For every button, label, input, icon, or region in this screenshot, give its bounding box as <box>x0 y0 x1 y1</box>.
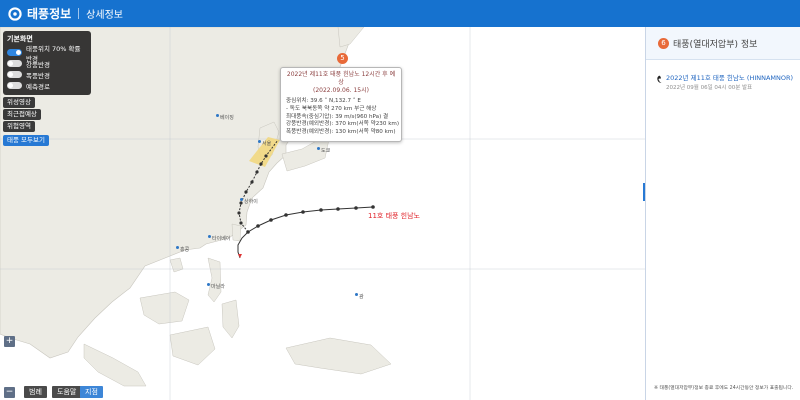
storm-issue-date: 2022년 09월 06일 04시 00분 발표 <box>666 85 753 91</box>
forecast-info-popup: 2022년 제11호 태풍 힌남노 12시간 후 예상 (2022.09.06.… <box>280 67 402 142</box>
place-label[interactable]: 상하이 <box>240 198 258 205</box>
show-all-typhoons-button[interactable]: 태풍 모두보기 <box>3 135 49 146</box>
legend-button[interactable]: 범례 <box>24 386 47 398</box>
panel-header: 6 태풍(열대저압부) 정보 <box>646 27 800 60</box>
toggle-switch[interactable] <box>7 71 22 78</box>
popup-title: 2022년 제11호 태풍 힌남노 12시간 후 예상 <box>286 71 396 86</box>
place-label[interactable]: 홍콩 <box>175 246 189 253</box>
app-header: 태풍정보 상세정보 <box>0 0 800 27</box>
popup-center-position: 중심위치: 39.6 ˚ N,132.7 ˚ E <box>286 98 361 104</box>
layer-toggle-forecast-track[interactable]: 예측경로 <box>7 80 87 91</box>
typhoon-track-label[interactable]: 11호 태풍 힌남노 <box>368 211 420 221</box>
typhoon-info-panel: 6 태풍(열대저압부) 정보 2022년 제11호 태풍 힌남노 (HINNAM… <box>645 27 800 400</box>
place-label[interactable]: 마닐라 <box>207 283 225 290</box>
layer-label: 예측경로 <box>26 82 50 91</box>
storm-list-item[interactable]: 2022년 제11호 태풍 힌남노 (HINNAMNOR) 2022년 09월 … <box>646 60 800 92</box>
zoom-in-button[interactable]: + <box>4 336 15 347</box>
toggle-switch[interactable] <box>7 82 22 89</box>
toggle-switch[interactable] <box>7 49 22 56</box>
panel-footnote: ※ 태풍(열대저압부)정보 종료 후에도 24시간동안 정보가 표출됩니다. <box>654 386 794 391</box>
layer-toggle-storm-radius[interactable]: 폭풍반경 <box>7 69 87 80</box>
layer-toggle-prob-radius[interactable]: 태풍위치 70% 확률 반경 <box>7 45 87 63</box>
popup-date: (2022.09.06. 15시) <box>312 87 369 94</box>
layer-label: 폭풍반경 <box>26 71 50 80</box>
typhoon-logo-icon <box>8 6 22 21</box>
place-label[interactable]: 도쿄 <box>316 147 330 154</box>
points-button[interactable]: 지점 <box>80 386 103 398</box>
storm-name-link[interactable]: 2022년 제11호 태풍 힌남노 (HINNAMNOR) <box>666 74 793 83</box>
danger-zone-button[interactable]: 위험영역 <box>3 121 35 132</box>
popup-storm-radius: 폭풍반경(예외반경): 130 km(서쪽 약80 km) <box>286 129 396 136</box>
zoom-out-button[interactable]: − <box>4 387 15 398</box>
panel-title: 태풍(열대저압부) 정보 <box>673 39 758 50</box>
header-divider <box>78 8 80 19</box>
help-button[interactable]: 도움말 <box>52 386 82 398</box>
forecast-number-badge[interactable]: 5 <box>337 53 348 64</box>
app-title[interactable]: 태풍정보 <box>27 5 71 22</box>
satellite-image-button[interactable]: 위성영상 <box>3 97 35 108</box>
nearest-approach-button[interactable]: 최근접예상 <box>3 109 41 120</box>
layer-label: 강풍반경 <box>26 60 50 69</box>
place-label[interactable]: 베이징 <box>216 114 234 121</box>
section-title: 상세정보 <box>86 10 123 21</box>
toggle-switch[interactable] <box>7 60 22 67</box>
place-label[interactable]: 괌 <box>355 293 364 300</box>
layer-panel: 기본화면 태풍위치 70% 확률 반경 강풍반경 폭풍반경 예측경로 <box>3 31 91 95</box>
place-label[interactable]: 타이베이 <box>207 235 230 242</box>
panel-badge: 6 <box>658 37 669 49</box>
popup-location: - 독도 북북동쪽 약 270 km 부근 해상 <box>286 105 377 112</box>
place-label[interactable]: 서울 <box>257 140 271 147</box>
typhoon-symbol-icon <box>657 75 662 83</box>
